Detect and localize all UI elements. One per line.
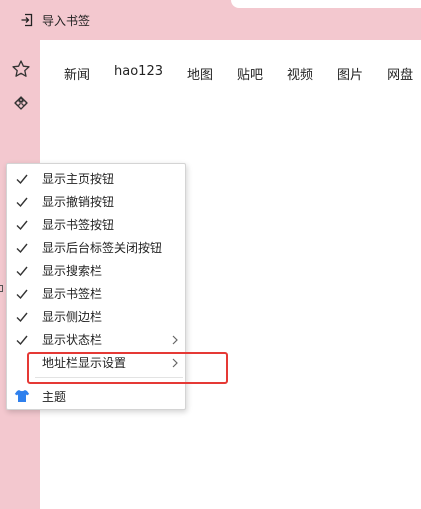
menu-item-label: 显示搜索栏 — [42, 264, 103, 278]
menu-item-show-home-button[interactable]: 显示主页按钮 — [7, 167, 185, 190]
menu-item-show-undo-button[interactable]: 显示撤销按钮 — [7, 190, 185, 213]
menu-item-show-search-bar[interactable]: 显示搜索栏 — [7, 259, 185, 282]
quick-nav-links: 新闻 hao123 地图 贴吧 视频 图片 网盘 — [64, 64, 421, 83]
tab-strip-edge — [231, 0, 421, 8]
menu-item-show-bookmark-button[interactable]: 显示书签按钮 — [7, 213, 185, 236]
nav-link-netdisk[interactable]: 网盘 — [387, 64, 413, 83]
menu-item-label: 显示书签按钮 — [42, 218, 115, 232]
checkmark-icon — [16, 289, 28, 300]
menu-item-label: 显示撤销按钮 — [42, 195, 115, 209]
menu-item-label: 显示状态栏 — [42, 333, 103, 347]
menu-item-label: 显示主页按钮 — [42, 172, 115, 186]
import-arrow-icon — [21, 13, 33, 27]
menu-item-label: 显示书签栏 — [42, 287, 103, 301]
checkmark-icon — [16, 312, 28, 323]
checkmark-icon — [16, 197, 28, 208]
top-toolbar: 导入书签 — [0, 0, 421, 40]
tshirt-icon — [14, 390, 30, 402]
menu-item-label: 显示后台标签关闭按钮 — [42, 241, 163, 255]
nav-link-video[interactable]: 视频 — [287, 64, 313, 83]
checkmark-icon — [16, 243, 28, 254]
game-controller-icon[interactable] — [11, 93, 31, 113]
menu-item-show-status-bar[interactable]: 显示状态栏 — [7, 328, 185, 351]
star-icon[interactable] — [11, 59, 31, 79]
menu-item-show-bookmark-bar[interactable]: 显示书签栏 — [7, 282, 185, 305]
checkmark-icon — [16, 266, 28, 277]
import-bookmarks-button[interactable]: 导入书签 — [20, 10, 90, 30]
checkmark-icon — [16, 174, 28, 185]
nav-link-tieba[interactable]: 贴吧 — [237, 64, 263, 83]
nav-link-images[interactable]: 图片 — [337, 64, 363, 83]
nav-link-hao123[interactable]: hao123 — [114, 64, 163, 83]
import-bookmarks-label: 导入书签 — [42, 13, 91, 28]
menu-item-label: 主题 — [42, 390, 67, 404]
nav-link-news[interactable]: 新闻 — [64, 64, 90, 83]
nav-link-map[interactable]: 地图 — [187, 64, 213, 83]
window-edge-marker — [0, 285, 3, 292]
chevron-right-icon — [172, 335, 178, 345]
checkmark-icon — [16, 335, 28, 346]
checkmark-icon — [16, 220, 28, 231]
menu-item-theme[interactable]: 主题 — [7, 385, 185, 408]
menu-item-show-background-tab-close-button[interactable]: 显示后台标签关闭按钮 — [7, 236, 185, 259]
highlight-annotation-box — [27, 352, 228, 384]
menu-item-label: 显示侧边栏 — [42, 310, 103, 324]
menu-item-show-sidebar[interactable]: 显示侧边栏 — [7, 305, 185, 328]
